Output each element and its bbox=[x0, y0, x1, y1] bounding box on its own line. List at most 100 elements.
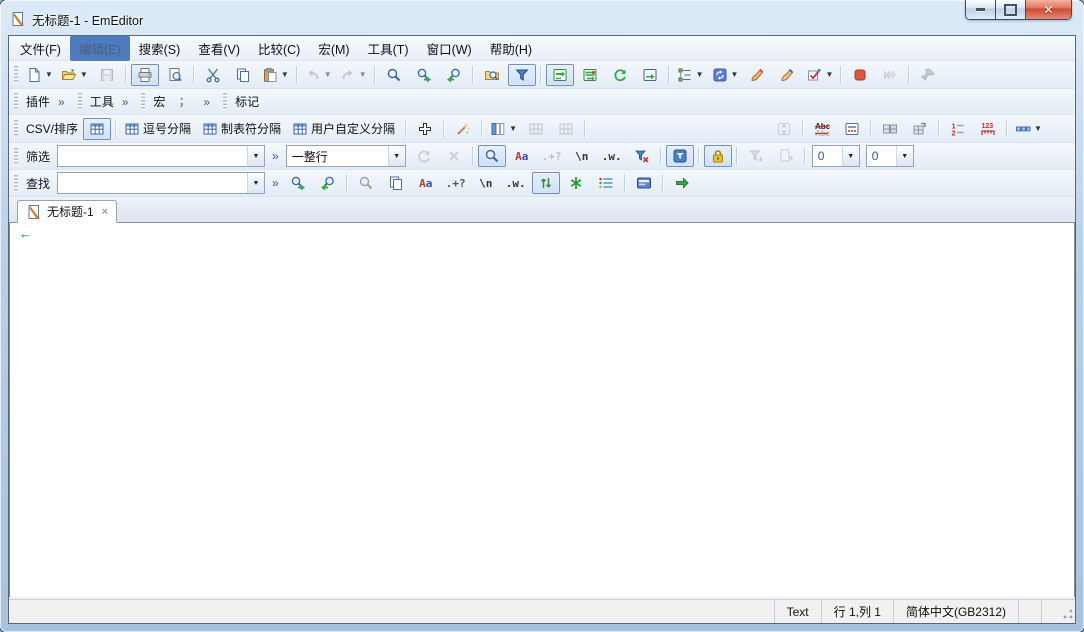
find-in-files-button[interactable] bbox=[478, 64, 506, 86]
delete-column-button[interactable] bbox=[522, 118, 550, 140]
insert-column-button[interactable] bbox=[552, 118, 580, 140]
wrap-by-page-button[interactable] bbox=[636, 64, 664, 86]
redo-button[interactable]: ▼ bbox=[337, 64, 370, 86]
filter-toolbar-options-button[interactable] bbox=[666, 145, 694, 167]
sort-ascending-button[interactable] bbox=[590, 118, 618, 140]
toolbar-overflow-chevron[interactable]: » bbox=[268, 176, 283, 190]
close-button[interactable]: ✕ bbox=[1026, 0, 1071, 19]
refresh-filter-button[interactable] bbox=[410, 145, 438, 167]
reverse-order-button[interactable] bbox=[770, 118, 798, 140]
find-whole-word-button[interactable]: .w. bbox=[502, 172, 530, 194]
find-escape-sequence-button[interactable]: \n bbox=[472, 172, 500, 194]
macro-item-button[interactable]: ； bbox=[170, 91, 198, 113]
resize-grip[interactable] bbox=[1060, 600, 1075, 623]
select-column-button[interactable]: ▼ bbox=[487, 118, 520, 140]
menu-item-6[interactable]: 工具(T) bbox=[359, 36, 418, 61]
convert-columns-button[interactable] bbox=[906, 118, 934, 140]
lock-filter-button[interactable] bbox=[704, 145, 732, 167]
find-next-button[interactable] bbox=[410, 64, 438, 86]
advanced-filter-button[interactable] bbox=[742, 145, 770, 167]
open-file-button[interactable]: ▼ bbox=[58, 64, 91, 86]
filter-regex-button[interactable]: .+? bbox=[538, 145, 566, 167]
toolbar-grip[interactable] bbox=[141, 93, 145, 110]
toolbar-grip[interactable] bbox=[78, 93, 82, 110]
tab-close-icon[interactable]: × bbox=[102, 206, 108, 218]
print-button[interactable] bbox=[131, 64, 159, 86]
menu-item-5[interactable]: 宏(M) bbox=[309, 36, 358, 61]
toolbar-grip[interactable] bbox=[14, 93, 18, 110]
sort-numbers-ascending-button[interactable] bbox=[650, 118, 678, 140]
sort-numbers-descending-button[interactable] bbox=[680, 118, 708, 140]
show-ruler-button[interactable]: 123 bbox=[974, 118, 1002, 140]
cut-button[interactable] bbox=[199, 64, 227, 86]
filter-whole-word-button[interactable]: .w. bbox=[598, 145, 626, 167]
highlight-all-button[interactable] bbox=[562, 172, 590, 194]
search-direction-button[interactable] bbox=[532, 172, 560, 194]
toolbar-overflow-chevron[interactable]: » bbox=[268, 149, 283, 163]
toolbar-grip[interactable] bbox=[14, 66, 18, 83]
lines-above-select[interactable]: 0▼ bbox=[812, 145, 860, 167]
menu-item-4[interactable]: 比较(C) bbox=[249, 36, 309, 61]
clear-filter-button[interactable] bbox=[440, 145, 468, 167]
menu-item-1[interactable]: 编辑(E) bbox=[70, 36, 130, 61]
toolbar-grip[interactable] bbox=[14, 175, 18, 192]
find-dialog-button[interactable] bbox=[352, 172, 380, 194]
convert-csv-button[interactable] bbox=[449, 118, 477, 140]
duplicate-options-button[interactable] bbox=[838, 118, 866, 140]
undo-button[interactable]: ▼ bbox=[302, 64, 335, 86]
jump-to-match-button[interactable] bbox=[668, 172, 696, 194]
play-all-macros-button[interactable] bbox=[876, 64, 904, 86]
find-regex-button[interactable]: .+? bbox=[442, 172, 470, 194]
filter-mode-select[interactable]: 一整行▼ bbox=[286, 145, 406, 167]
delete-duplicate-lines-button[interactable]: AbcAbc bbox=[808, 118, 836, 140]
insert-numbering-button[interactable]: 12 bbox=[944, 118, 972, 140]
toolbar-grip[interactable] bbox=[14, 148, 18, 165]
pin-button[interactable] bbox=[914, 64, 942, 86]
heading-columns-button[interactable]: ▼ bbox=[1012, 118, 1045, 140]
find-match-case-button[interactable]: Aa bbox=[412, 172, 440, 194]
menu-item-0[interactable]: 文件(F) bbox=[11, 36, 70, 61]
find-button[interactable] bbox=[380, 64, 408, 86]
save-button[interactable] bbox=[93, 64, 121, 86]
outline-button[interactable]: ▼ bbox=[674, 64, 707, 86]
user-defined-separator-button[interactable]: 用户自定义分隔 bbox=[289, 118, 401, 140]
filter-input[interactable]: ▼ bbox=[57, 145, 265, 167]
titlebar[interactable]: 无标题-1 - EmEditor bbox=[10, 7, 934, 31]
filter-toggle-button[interactable] bbox=[508, 64, 536, 86]
lines-below-select[interactable]: 0▼ bbox=[866, 145, 914, 167]
stop-macro-button[interactable] bbox=[846, 64, 874, 86]
toolbar-grip[interactable] bbox=[223, 93, 227, 110]
csv-standard-mode-button[interactable] bbox=[83, 118, 111, 140]
sort-shorter-lines-button[interactable] bbox=[710, 118, 738, 140]
filter-escape-sequence-button[interactable]: \n bbox=[568, 145, 596, 167]
record-macro-button[interactable] bbox=[743, 64, 771, 86]
menu-item-3[interactable]: 查看(V) bbox=[189, 36, 249, 61]
sort-descending-button[interactable] bbox=[620, 118, 648, 140]
add-separator-button[interactable] bbox=[411, 118, 439, 140]
menu-item-7[interactable]: 窗口(W) bbox=[418, 36, 481, 61]
manage-columns-button[interactable] bbox=[876, 118, 904, 140]
copy-button[interactable] bbox=[229, 64, 257, 86]
find-input[interactable]: ▼ bbox=[57, 172, 265, 194]
toolbar-grip[interactable] bbox=[14, 120, 18, 137]
toolbar-overflow-chevron[interactable]: » bbox=[118, 95, 133, 109]
sort-longer-lines-button[interactable] bbox=[740, 118, 768, 140]
tab-untitled-1[interactable]: 无标题-1 × bbox=[17, 200, 117, 223]
editor-area[interactable]: ← bbox=[9, 223, 1075, 597]
apply-filter-button[interactable] bbox=[478, 145, 506, 167]
tab-separated-button[interactable]: 制表符分隔 bbox=[199, 118, 287, 140]
toolbar-overflow-chevron[interactable]: » bbox=[54, 95, 69, 109]
wrap-by-window-button[interactable] bbox=[606, 64, 634, 86]
comma-separated-button[interactable]: 逗号分隔 bbox=[121, 118, 197, 140]
sync-scroll-button[interactable]: ▼ bbox=[709, 64, 742, 86]
filter-match-case-button[interactable]: Aa bbox=[508, 145, 536, 167]
wrap-by-characters-button[interactable] bbox=[576, 64, 604, 86]
minimize-button[interactable] bbox=[966, 0, 996, 19]
find-previous-button[interactable] bbox=[440, 64, 468, 86]
run-macro-button[interactable] bbox=[773, 64, 801, 86]
extract-lines-button[interactable] bbox=[772, 145, 800, 167]
menu-item-8[interactable]: 帮助(H) bbox=[481, 36, 541, 61]
paste-button[interactable]: ▼ bbox=[259, 64, 292, 86]
macro-options-button[interactable]: ▼ bbox=[803, 64, 836, 86]
menu-item-2[interactable]: 搜索(S) bbox=[130, 36, 190, 61]
